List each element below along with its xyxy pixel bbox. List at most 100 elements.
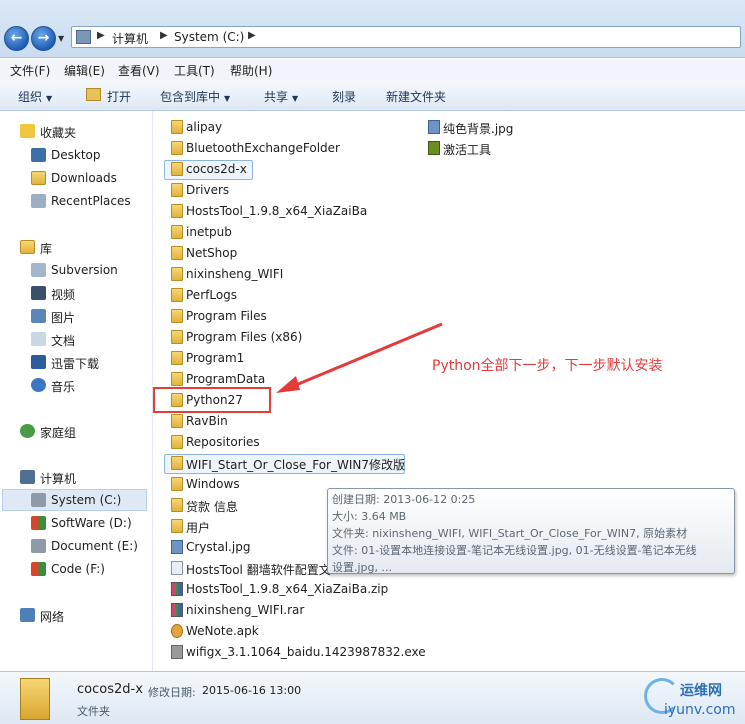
folder-icon [171,204,183,218]
tooltip-files: 文件: 01-设置本地连接设置-笔记本无线设置.jpg, 01-无线设置-笔记本… [332,544,697,557]
organize-label: 组织 [18,90,43,104]
open-icon [86,88,101,101]
nav-label: 库 [40,242,53,256]
navigation-pane: 收藏夹 Desktop Downloads RecentPlaces 库 Sub… [0,111,152,671]
file-name: nixinsheng_WIFI.rar [186,603,305,617]
nav-label: SoftWare (D:) [51,516,132,530]
include-in-library-button[interactable]: 包含到库中 ▼ [160,88,230,105]
file-name: WIFI_Start_Or_Close_For_WIN7修改版 [186,458,405,472]
tool-file-icon [428,141,440,155]
file-name: ProgramData [186,372,266,386]
chevron-down-icon: ▼ [46,94,53,103]
share-button[interactable]: 共享 ▼ [264,88,298,105]
breadcrumb-computer[interactable]: 计算机 [112,30,148,47]
nav-label: Desktop [51,148,101,162]
folder-icon [171,372,183,386]
recent-pages-dropdown-icon[interactable]: ▼ [58,34,64,43]
network-icon [20,608,35,622]
include-label: 包含到库中 [160,90,221,104]
nav-label: System (C:) [51,493,122,507]
apk-file-icon [171,624,183,638]
chevron-right-icon[interactable]: ▶ [248,30,256,41]
folder-icon [171,120,183,134]
chevron-down-icon: ▼ [292,94,299,103]
new-folder-button[interactable]: 新建文件夹 [386,88,446,105]
drive-icon [31,539,46,553]
folder-icon [171,246,183,260]
menu-edit[interactable]: 编辑(E) [64,62,105,79]
file-name: WeNote.apk [186,624,259,638]
file-name: Program1 [186,351,245,365]
details-modified-label: 修改日期: [148,686,196,699]
chevron-right-icon[interactable]: ▶ [97,30,105,41]
homegroup-icon [20,424,35,438]
file-name: HostsTool 翻墙软件配置文 [186,563,331,577]
file-name: BluetoothExchangeFolder [186,141,340,155]
folder-icon [171,267,183,281]
folder-icon [171,330,183,344]
watermark-text-1: 运维网 [680,683,722,699]
recent-places-icon [31,194,46,208]
nav-label: RecentPlaces [51,194,131,208]
tooltip-size: 大小: 3.64 MB [332,510,407,523]
open-button[interactable]: 打开 [107,88,131,105]
desktop-icon [31,148,46,162]
folder-icon [171,183,183,197]
details-modified-value: 2015-06-16 13:00 [202,684,302,697]
exe-file-icon [171,645,183,659]
tooltip-files-cont: 设置.jpg, ... [332,561,393,574]
menu-help[interactable]: 帮助(H) [230,62,272,79]
nav-label: 视频 [51,288,76,302]
file-name: 激活工具 [443,143,492,157]
folder-icon [171,435,183,449]
video-icon [31,286,46,300]
file-name: Repositories [186,435,260,449]
menu-file[interactable]: 文件(F) [10,62,50,79]
chevron-down-icon: ▼ [224,94,231,103]
file-name: 纯色背景.jpg [443,122,514,136]
xunlei-icon [31,355,46,369]
details-pane: cocos2d-x 修改日期: 2015-06-16 13:00 文件夹 [0,671,745,724]
forward-button[interactable]: → [31,26,56,51]
organize-button[interactable]: 组织 ▼ [18,88,52,105]
drive-icon [31,493,46,507]
folder-icon [171,414,183,428]
folder-icon [171,309,183,323]
nav-label: 音乐 [51,380,76,394]
jpg-file-icon [171,540,183,554]
zip-file-icon [171,603,183,617]
nav-label: 网络 [40,610,65,624]
menu-tools[interactable]: 工具(T) [174,62,215,79]
folder-icon [171,141,183,155]
folder-icon [171,519,183,533]
file-name: RavBin [186,414,228,428]
library-icon [20,240,35,254]
file-name: HostsTool_1.9.8_x64_XiaZaiBa [186,204,368,218]
tooltip-created: 创建日期: 2013-06-12 0:25 [332,493,476,506]
file-name: nixinsheng_WIFI [186,267,284,281]
menu-view[interactable]: 查看(V) [118,62,160,79]
file-name: inetpub [186,225,232,239]
nav-label: 迅雷下载 [51,357,100,371]
music-icon [31,378,46,392]
nav-label: 家庭组 [40,426,77,440]
file-name: Program Files [186,309,267,323]
file-name: alipay [186,120,223,134]
file-name: Windows [186,477,240,491]
nav-label: Document (E:) [51,539,138,553]
nav-label: 计算机 [40,472,77,486]
menu-bar: 文件(F) 编辑(E) 查看(V) 工具(T) 帮助(H) [0,59,745,80]
chevron-right-icon[interactable]: ▶ [160,30,168,41]
breadcrumb-system-drive[interactable]: System (C:) [174,30,244,44]
breadcrumb[interactable]: ▶ 计算机 ▶ System (C:) ▶ [71,26,741,48]
folder-icon [171,498,183,512]
burn-button[interactable]: 刻录 [332,88,356,105]
star-icon [20,124,35,138]
file-name: cocos2d-x [186,162,247,176]
file-name: NetShop [186,246,238,260]
command-bar: 组织 ▼ 打开 包含到库中 ▼ 共享 ▼ 刻录 新建文件夹 [0,80,745,111]
back-button[interactable]: ← [4,26,29,51]
file-name: wifigx_3.1.1064_baidu.1423987832.exe [186,645,426,659]
jpg-file-icon [428,120,440,134]
folder-icon [171,477,183,491]
